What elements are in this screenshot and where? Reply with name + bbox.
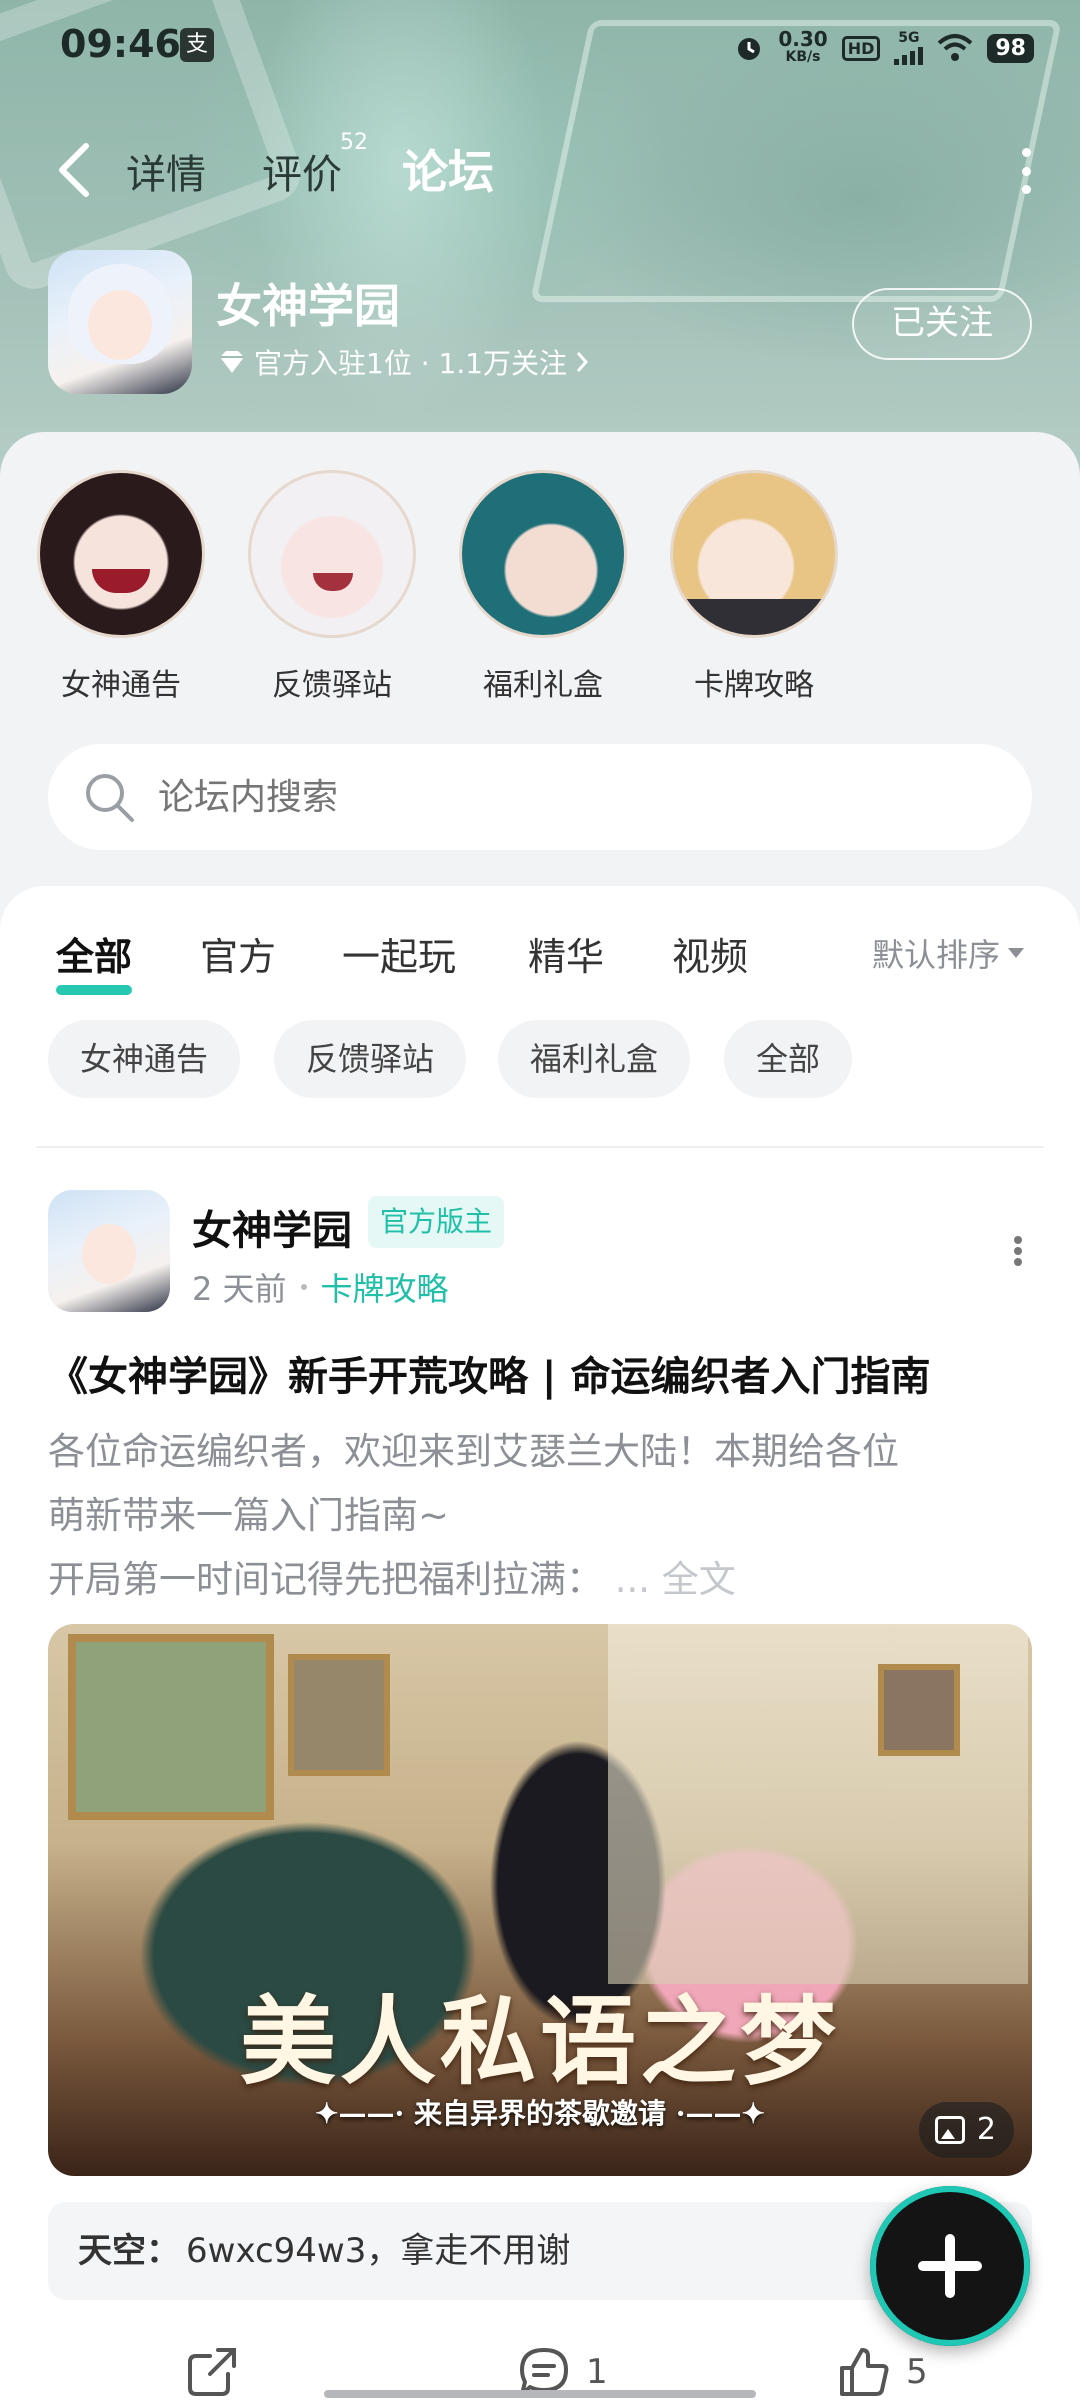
thumbs-up-icon xyxy=(840,2348,889,2396)
like-button[interactable]: 5 xyxy=(836,2344,928,2400)
share-icon[interactable] xyxy=(184,2344,240,2400)
post-time: 2 天前 xyxy=(192,1270,287,1308)
read-more-link[interactable]: ... 全文 xyxy=(615,1558,736,1601)
comment-count: 1 xyxy=(586,2352,608,2392)
wifi-icon xyxy=(937,33,973,63)
signal-icon xyxy=(894,45,924,65)
feed-tab-all[interactable]: 全部 xyxy=(56,926,133,995)
like-count: 5 xyxy=(906,2352,928,2392)
game-name: 女神学园 xyxy=(216,279,400,333)
gallery-icon xyxy=(934,2116,965,2144)
section-label: 反馈驿站 xyxy=(272,668,392,703)
image-window xyxy=(608,1624,1028,1984)
post-meta: 2 天前 卡牌攻略 xyxy=(192,1264,449,1310)
top-nav: 详情 评价 52 论坛 xyxy=(0,120,1080,220)
tab-review-label: 评价 xyxy=(262,152,342,198)
section-shortcuts: 女神通告 反馈驿站 福利礼盒 卡牌攻略 xyxy=(36,470,1036,703)
avatar-face xyxy=(82,1224,136,1284)
hd-icon: HD xyxy=(841,35,881,61)
section-card-guide[interactable]: 卡牌攻略 xyxy=(669,470,839,704)
more-options-icon[interactable] xyxy=(1018,148,1034,194)
section-avatar xyxy=(670,470,838,638)
section-avatar xyxy=(459,470,627,638)
section-label: 女神通告 xyxy=(61,668,181,703)
filter-chip[interactable]: 福利礼盒 xyxy=(498,1020,691,1098)
post-category-link[interactable]: 卡牌攻略 xyxy=(321,1264,449,1310)
post-more-icon[interactable] xyxy=(1012,1236,1024,1266)
forum-search-bar[interactable] xyxy=(48,744,1032,852)
alarm-icon xyxy=(738,38,761,60)
tab-review[interactable]: 评价 52 xyxy=(262,130,368,200)
separator-dot xyxy=(300,1284,307,1290)
diamond-icon xyxy=(220,351,244,373)
feed-tab-video[interactable]: 视频 xyxy=(672,926,748,981)
feed-tab-play-together[interactable]: 一起玩 xyxy=(342,926,456,981)
post-author-avatar[interactable] xyxy=(48,1190,170,1312)
active-feed-tab-indicator xyxy=(56,985,133,995)
alipay-icon: 支 xyxy=(180,28,214,62)
image-count-badge: 2 xyxy=(918,2102,1014,2158)
game-meta-text: 官方入驻1位 · 1.1万关注 xyxy=(254,347,568,380)
filter-chip[interactable]: 反馈驿站 xyxy=(274,1020,467,1098)
sort-dropdown[interactable]: 默认排序 xyxy=(872,930,1025,976)
section-announcement[interactable]: 女神通告 xyxy=(36,470,206,704)
create-post-button[interactable] xyxy=(870,2186,1030,2346)
status-time: 09:46 xyxy=(60,22,181,66)
game-icon-face xyxy=(88,290,152,360)
game-icon[interactable] xyxy=(48,250,192,394)
section-avatar xyxy=(248,470,416,638)
feed-tab-label: 全部 xyxy=(56,935,133,979)
filter-chip[interactable]: 全部 xyxy=(724,1020,853,1098)
post-body[interactable]: 各位命运编织者，欢迎来到艾瑟兰大陆！本期给各位 萌新带来一篇入门指南~ 开局第一… xyxy=(48,1420,1038,1612)
game-meta[interactable]: 官方入驻1位 · 1.1万关注 xyxy=(218,342,589,382)
review-count-badge: 52 xyxy=(340,130,368,155)
comment-user: 天空： xyxy=(78,2231,180,2271)
search-input[interactable] xyxy=(156,744,980,852)
section-avatar xyxy=(37,470,205,638)
post-body-line: 各位命运编织者，欢迎来到艾瑟兰大陆！本期给各位 xyxy=(48,1430,899,1473)
status-right: 0.30 KB/s HD 5G 98 xyxy=(734,26,1034,70)
filter-chip[interactable]: 女神通告 xyxy=(48,1020,241,1098)
net-speed-unit: KB/s xyxy=(785,49,821,65)
section-feedback[interactable]: 反馈驿站 xyxy=(247,470,417,704)
section-gifts[interactable]: 福利礼盒 xyxy=(458,470,628,704)
follow-button[interactable]: 已关注 xyxy=(852,288,1032,360)
chevron-right-icon xyxy=(576,352,589,372)
post-author-name[interactable]: 女神学园 xyxy=(192,1198,352,1256)
feed-tab-essence[interactable]: 精华 xyxy=(528,926,604,981)
divider xyxy=(36,1146,1044,1148)
post-body-line: 开局第一时间记得先把福利拉满： ... 全文 xyxy=(48,1548,1038,1612)
image-count: 2 xyxy=(976,2112,996,2147)
back-arrow-icon[interactable] xyxy=(50,140,100,200)
tab-forum-label: 论坛 xyxy=(402,145,494,199)
post-image[interactable]: 美人私语之梦 ✦——· 来自异界的茶歇邀请 ·——✦ 2 xyxy=(48,1624,1032,2176)
home-indicator[interactable] xyxy=(324,2390,756,2398)
tab-forum[interactable]: 论坛 xyxy=(398,136,498,202)
status-bar: 09:46 支 0.30 KB/s HD 5G 98 xyxy=(0,0,1080,96)
section-label: 福利礼盒 xyxy=(483,668,603,703)
tab-detail[interactable]: 详情 xyxy=(126,142,206,200)
section-label: 卡牌攻略 xyxy=(694,668,814,703)
net-speed-value: 0.30 xyxy=(778,27,828,51)
signal-group: 5G xyxy=(894,30,924,65)
feed-tab-official[interactable]: 官方 xyxy=(200,926,276,981)
image-title-art: 美人私语之梦 xyxy=(240,1985,840,2098)
battery-icon: 98 xyxy=(987,33,1034,63)
post-body-text: 开局第一时间记得先把福利拉满： xyxy=(48,1558,603,1601)
plus-icon xyxy=(918,2234,982,2298)
moderator-badge: 官方版主 xyxy=(368,1196,505,1248)
post-title[interactable]: 《女神学园》新手开荒攻略 | 命运编织者入门指南 xyxy=(48,1344,1048,1402)
net-speed: 0.30 KB/s xyxy=(778,27,828,66)
image-painting xyxy=(68,1634,274,1820)
image-painting xyxy=(878,1664,960,1756)
search-icon xyxy=(86,774,134,822)
post-body-line: 萌新带来一篇入门指南~ xyxy=(48,1494,450,1537)
sort-label: 默认排序 xyxy=(872,936,1001,974)
comment-text: 6wxc94w3，拿走不用谢 xyxy=(186,2231,571,2271)
caret-down-icon xyxy=(1008,948,1025,958)
image-painting xyxy=(288,1654,390,1776)
image-subtitle-art: ✦——· 来自异界的茶歇邀请 ·——✦ xyxy=(315,2097,765,2130)
network-type: 5G xyxy=(898,30,920,46)
